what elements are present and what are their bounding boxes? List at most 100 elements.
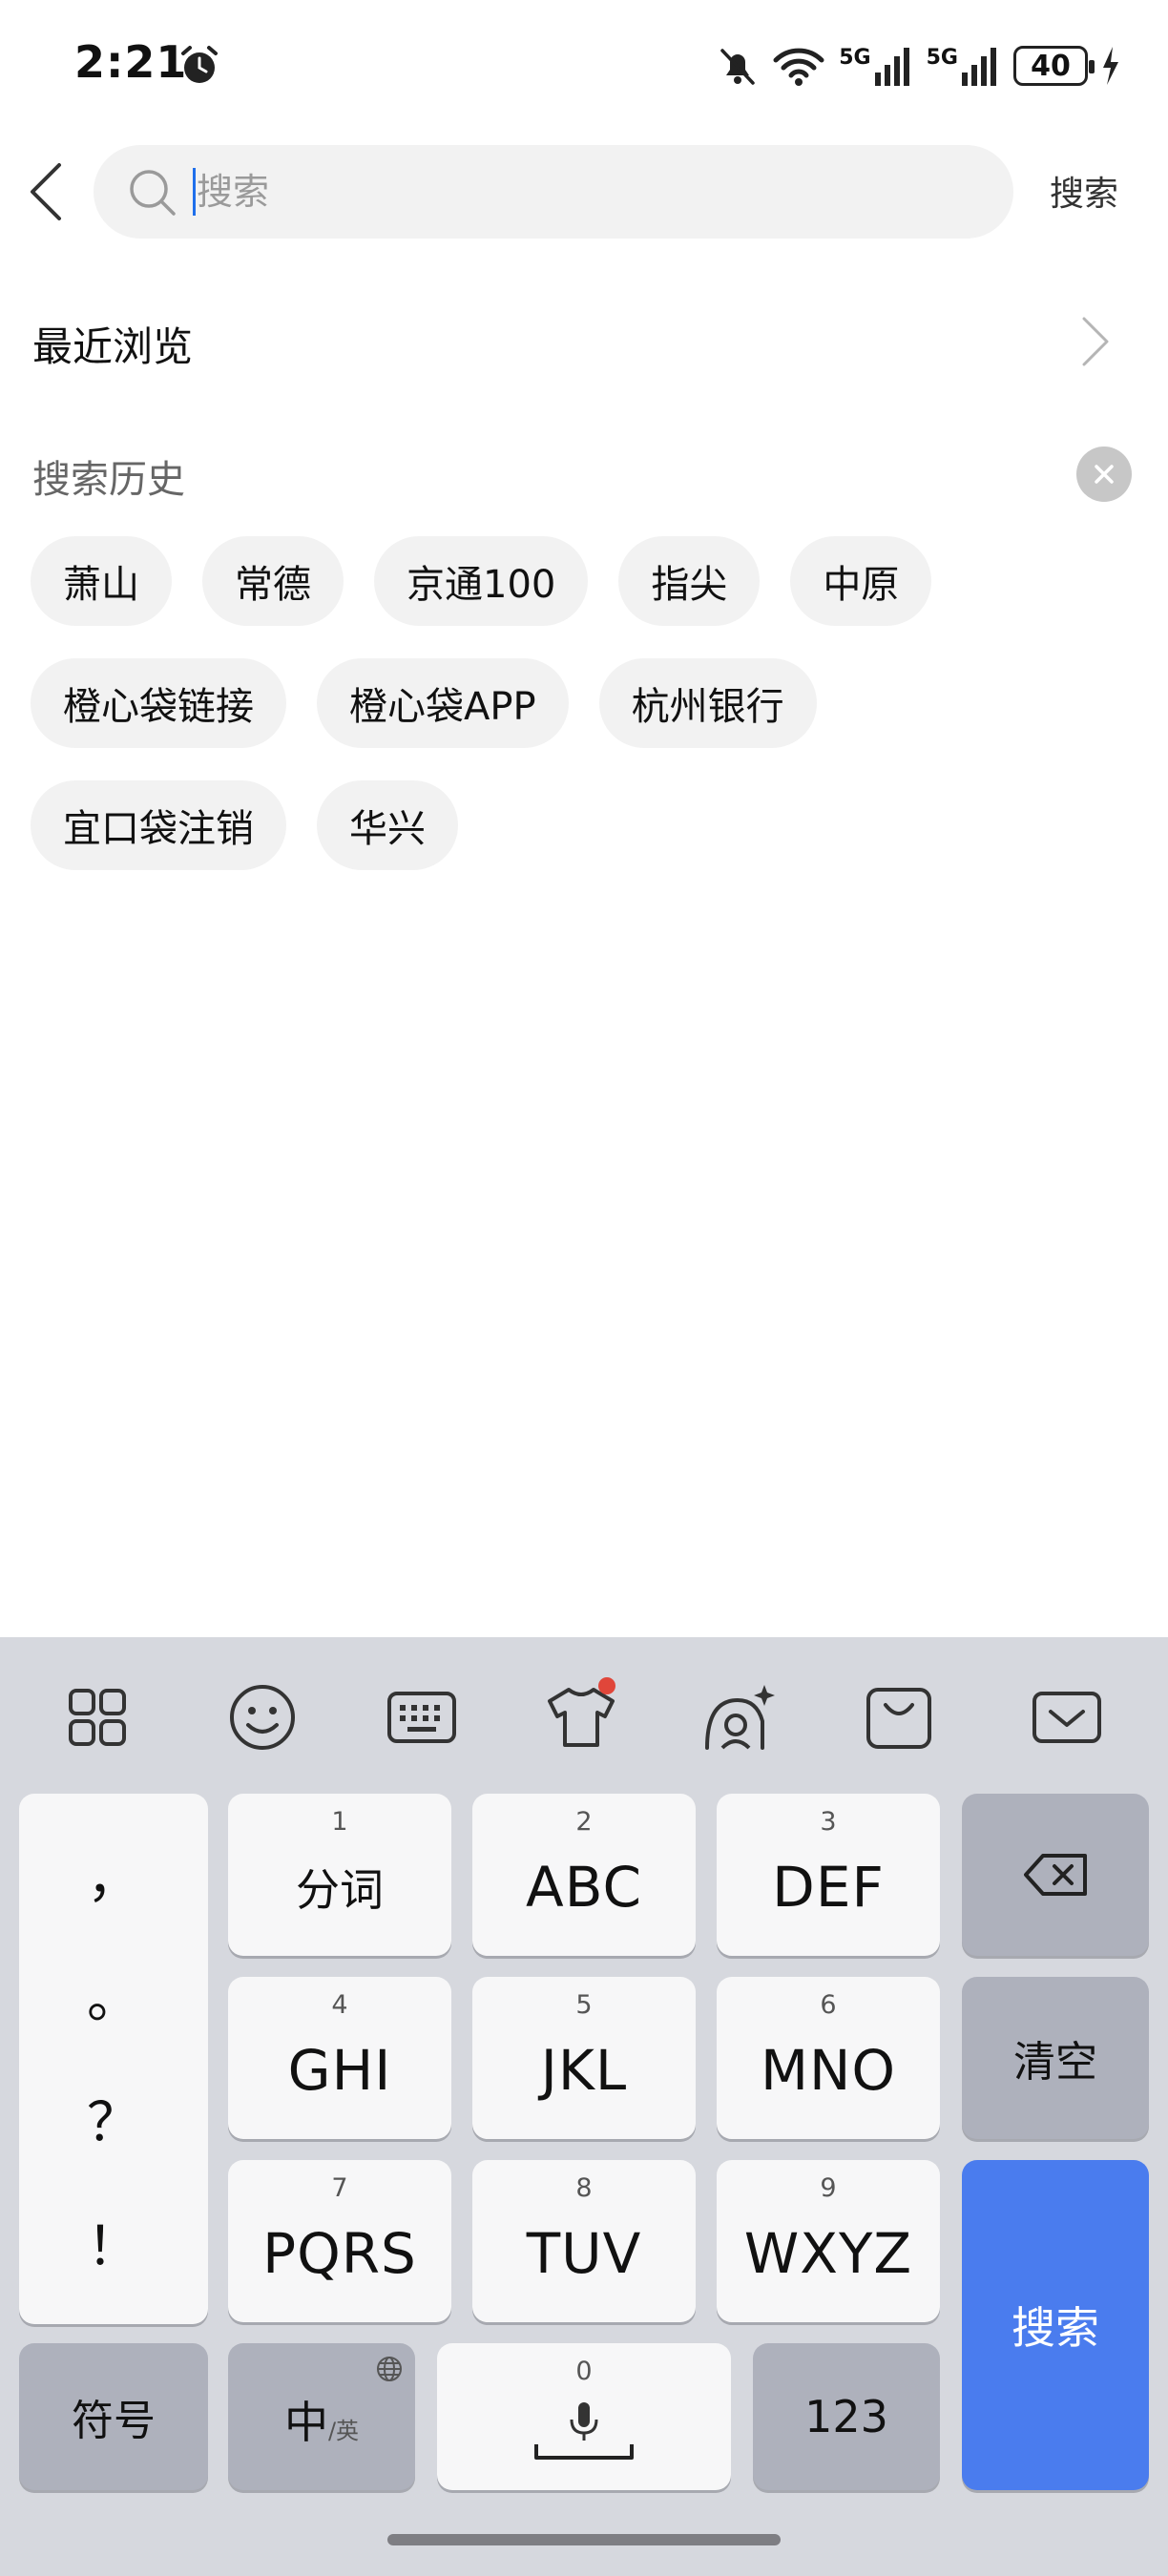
emoji-button[interactable] <box>224 1679 301 1755</box>
back-button[interactable] <box>17 160 74 223</box>
key-8[interactable]: 8 TUV <box>472 2160 696 2322</box>
theme-shirt-icon <box>548 1688 615 1747</box>
apps-grid-icon <box>69 1689 126 1746</box>
key-3[interactable]: 3 DEF <box>717 1794 940 1956</box>
clear-history-button[interactable] <box>1076 447 1132 502</box>
collapse-keyboard-icon <box>1032 1692 1101 1743</box>
punct-question[interactable]: ？ <box>19 2080 208 2157</box>
tag-row: 宜口袋注销 华兴 <box>31 780 1137 870</box>
punct-period[interactable]: 。 <box>19 1956 208 2033</box>
key-label: PQRS <box>262 2221 417 2286</box>
space-bar-icon <box>534 2444 634 2460</box>
key-4[interactable]: 4 GHI <box>228 1977 451 2139</box>
key-6[interactable]: 6 MNO <box>717 1977 940 2139</box>
text-cursor <box>193 168 196 216</box>
globe-icon <box>377 2357 402 2381</box>
backspace-icon <box>1024 1854 1087 1896</box>
status-time: 2:21 <box>74 36 188 88</box>
back-arrow-icon <box>31 163 61 220</box>
key-1[interactable]: 1 分词 <box>228 1794 451 1956</box>
search-header: 搜索 <box>0 143 1168 239</box>
tag-row: 萧山 常德 京通100 指尖 中原 <box>31 536 1137 626</box>
backspace-key[interactable] <box>962 1794 1149 1956</box>
recently-browsed-row[interactable]: 最近浏览 <box>0 296 1168 382</box>
keyboard-layout-button[interactable] <box>384 1679 460 1755</box>
key-label: TUV <box>526 2221 642 2286</box>
key-number: 0 <box>575 2357 593 2386</box>
key-label: 分词 <box>296 1864 384 1916</box>
charging-icon <box>1103 47 1118 85</box>
status-icons: 5G 5G 40 <box>717 42 1120 90</box>
key-5[interactable]: 5 JKL <box>472 1977 696 2139</box>
history-tag[interactable]: 中原 <box>790 536 932 626</box>
key-number: 4 <box>331 1990 348 2020</box>
battery-indicator: 40 <box>1013 46 1095 86</box>
search-key[interactable]: 搜索 <box>962 2160 1149 2490</box>
key-number: 9 <box>820 2173 837 2203</box>
key-number: 7 <box>331 2173 348 2203</box>
notification-dot <box>598 1677 615 1694</box>
history-tag[interactable]: 宜口袋注销 <box>31 780 286 870</box>
wifi-icon <box>773 48 824 86</box>
history-tag[interactable]: 橙心袋APP <box>317 658 569 748</box>
key-9[interactable]: 9 WXYZ <box>717 2160 940 2322</box>
apps-grid-button[interactable] <box>59 1679 136 1755</box>
history-tag[interactable]: 萧山 <box>31 536 172 626</box>
theme-button[interactable] <box>543 1677 619 1755</box>
clipboard-button[interactable] <box>861 1679 937 1755</box>
punct-comma[interactable]: ， <box>19 1836 208 1913</box>
key-number: 3 <box>820 1807 837 1837</box>
language-switch-key[interactable]: 中 /英 <box>228 2343 415 2490</box>
status-bar: 2:21 5G 5G 40 <box>0 0 1168 134</box>
network-type-1: 5G <box>839 46 871 70</box>
history-tag[interactable]: 京通100 <box>374 536 589 626</box>
punct-exclamation[interactable]: ！ <box>19 2204 208 2281</box>
history-tag[interactable]: 华兴 <box>317 780 458 870</box>
clear-key[interactable]: 清空 <box>962 1977 1149 2139</box>
history-tag[interactable]: 杭州银行 <box>598 658 817 748</box>
history-tag[interactable]: 常德 <box>202 536 344 626</box>
battery-level: 40 <box>1031 49 1071 83</box>
symbols-key[interactable]: 符号 <box>19 2343 208 2490</box>
recently-browsed-title: 最近浏览 <box>32 323 194 370</box>
search-input[interactable] <box>197 145 960 239</box>
ai-avatar-icon <box>705 1685 775 1750</box>
tag-row: 橙心袋链接 橙心袋APP 杭州银行 <box>31 658 1137 748</box>
chevron-right-icon <box>1082 317 1109 366</box>
search-icon <box>130 170 176 216</box>
language-main: 中 <box>283 2397 328 2448</box>
emoji-icon <box>230 1685 295 1750</box>
alarm-icon <box>181 46 218 83</box>
search-key-label: 搜索 <box>1012 2302 1099 2354</box>
signal-1: 5G <box>839 46 912 86</box>
search-submit-button[interactable]: 搜索 <box>1050 166 1118 216</box>
numbers-key[interactable]: 123 <box>753 2343 940 2490</box>
home-indicator[interactable] <box>387 2534 781 2545</box>
key-number: 2 <box>575 1807 593 1837</box>
collapse-keyboard-button[interactable] <box>1029 1679 1105 1755</box>
key-label: GHI <box>287 2038 392 2103</box>
punctuation-column[interactable]: ， 。 ？ ！ <box>19 1794 208 2324</box>
numbers-key-label: 123 <box>804 2391 888 2442</box>
space-key[interactable]: 0 <box>437 2343 731 2490</box>
history-tag[interactable]: 指尖 <box>618 536 761 626</box>
microphone-icon <box>570 2402 598 2441</box>
close-icon <box>1095 465 1114 484</box>
search-history-tags: 萧山 常德 京通100 指尖 中原 橙心袋链接 橙心袋APP 杭州银行 宜口袋注… <box>31 536 1137 903</box>
clipboard-bag-icon <box>866 1688 931 1749</box>
key-2[interactable]: 2 ABC <box>472 1794 696 1956</box>
language-sub: /英 <box>327 2418 360 2444</box>
key-number: 6 <box>820 1990 837 2020</box>
history-tag[interactable]: 橙心袋链接 <box>31 658 286 748</box>
signal-bars-icon <box>874 48 909 86</box>
signal-bars-icon <box>962 48 996 86</box>
key-label: ABC <box>526 1855 642 1920</box>
signal-2: 5G <box>927 46 1000 86</box>
mute-bell-icon <box>720 49 755 85</box>
key-label: DEF <box>772 1855 885 1920</box>
symbols-key-label: 符号 <box>72 2397 156 2445</box>
key-label: WXYZ <box>743 2221 913 2286</box>
ai-avatar-button[interactable] <box>701 1679 778 1755</box>
key-7[interactable]: 7 PQRS <box>228 2160 451 2322</box>
search-box[interactable] <box>94 145 1013 239</box>
